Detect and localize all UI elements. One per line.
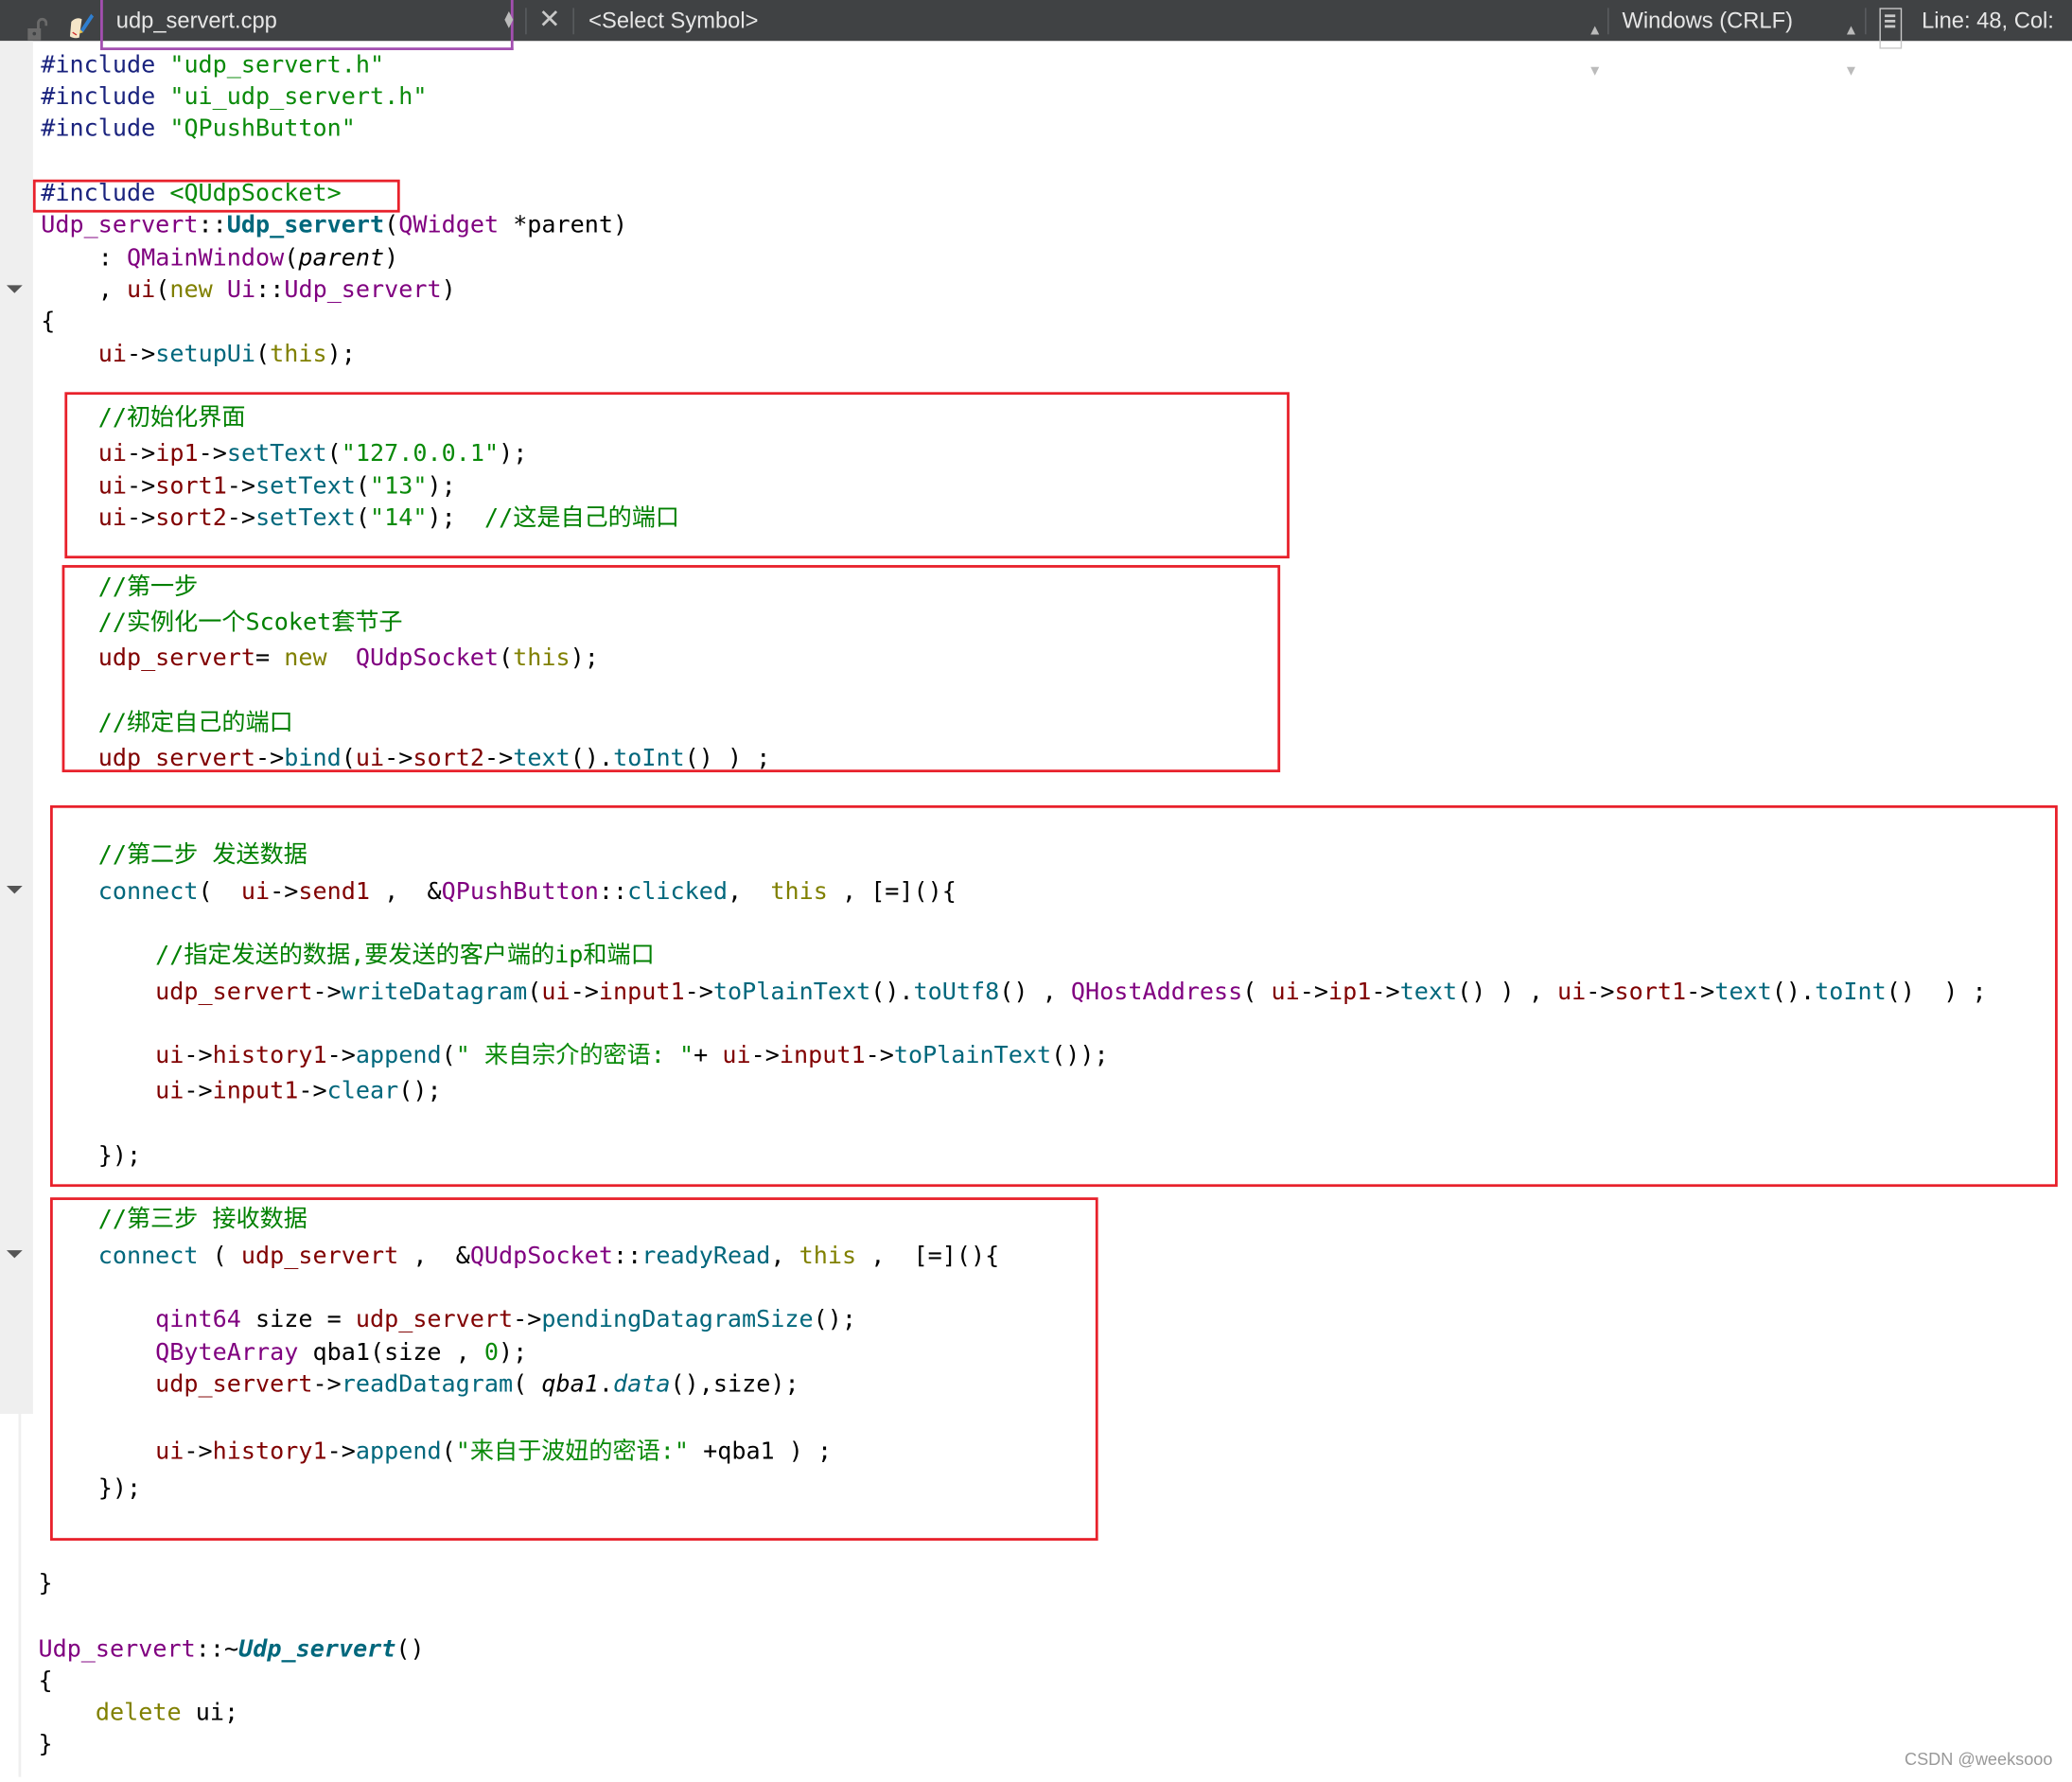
updown-arrows-icon: ▲ ▼ — [501, 8, 517, 32]
file-selector-combo[interactable]: udp_servert.cpp ▲ ▼ — [100, 0, 517, 51]
code-token: { — [41, 308, 56, 336]
code-line[interactable]: Udp_servert::~Udp_servert() — [38, 1634, 424, 1666]
code-token: new — [169, 275, 227, 304]
highlight-box-include — [32, 179, 400, 213]
code-token: Ui — [226, 275, 256, 304]
editor-gutter-lower — [0, 1414, 22, 1777]
code-token: delete — [38, 1699, 196, 1727]
code-token: Udp_servert — [41, 211, 199, 239]
document-outline-icon[interactable] — [1879, 8, 1903, 49]
symbol-selector-combo[interactable]: <Select Symbol> — [588, 0, 758, 41]
toolbar-divider — [525, 8, 527, 35]
code-token: ( — [255, 340, 271, 369]
highlight-box-step3 — [50, 1197, 1098, 1541]
code-token: ui — [126, 275, 156, 304]
toolbar-divider — [572, 8, 574, 35]
toolbar-divider — [1607, 8, 1609, 35]
code-token: setupUi — [155, 340, 256, 369]
code-token: Udp_servert — [38, 1635, 196, 1664]
code-token: QWidget — [398, 211, 500, 239]
code-token: } — [38, 1569, 53, 1597]
file-name: udp_servert.cpp — [115, 8, 277, 33]
toolbar-divider — [1865, 8, 1867, 35]
code-line[interactable]: : QMainWindow(parent) — [41, 243, 399, 274]
code-token: ::~ — [195, 1635, 239, 1664]
code-line[interactable]: Udp_servert::Udp_servert(QWidget *parent… — [41, 210, 627, 241]
code-token: parent — [298, 244, 385, 273]
code-token: Udp_servert — [226, 211, 385, 239]
code-token: this — [270, 340, 327, 369]
code-token: () — [395, 1635, 425, 1664]
watermark: CSDN @weeksooo — [1904, 1749, 2053, 1770]
screen: udp_servert.cpp ▲ ▼ ✕ <Select Symbol> ▲ ▼ … — [0, 0, 2072, 1782]
code-token: ); — [326, 340, 356, 369]
code-token: :: — [255, 275, 285, 304]
code-line[interactable]: , ui(new Ui::Udp_servert) — [41, 274, 456, 306]
code-token: ( — [384, 211, 399, 239]
code-token: ( — [155, 275, 170, 304]
line-ending-selector[interactable]: Windows (CRLF) — [1622, 0, 1793, 41]
code-line[interactable]: delete ui; — [38, 1698, 238, 1729]
fold-arrow-icon[interactable] — [6, 886, 23, 894]
fold-arrow-icon[interactable] — [6, 1250, 23, 1259]
code-token: } — [38, 1730, 53, 1759]
code-line[interactable]: { — [38, 1666, 52, 1697]
code-token: #include — [41, 82, 170, 112]
close-document-icon[interactable]: ✕ — [538, 0, 560, 41]
highlight-box-step2 — [50, 804, 2058, 1188]
highlight-box-init-ui — [64, 392, 1290, 559]
code-token: ui — [41, 340, 127, 369]
code-token: :: — [198, 211, 227, 239]
updown-arrows-icon: ▲ ▼ — [1843, 22, 1859, 79]
code-token: ) — [384, 244, 399, 273]
code-line[interactable]: #include "QPushButton" — [41, 114, 356, 145]
code-line[interactable]: { — [41, 307, 55, 338]
code-token: Udp_servert — [284, 275, 442, 304]
code-token: *parent) — [499, 211, 628, 239]
code-token: "udp_servert.h" — [169, 51, 385, 79]
updown-arrows-icon: ▲ ▼ — [1588, 22, 1603, 79]
editor-gutter — [0, 41, 33, 1415]
code-token: ui; — [195, 1699, 239, 1727]
code-token: "ui_udp_servert.h" — [169, 82, 428, 112]
code-token: QMainWindow — [126, 244, 285, 273]
code-line[interactable]: ui->setupUi(this); — [41, 340, 356, 371]
fold-arrow-icon[interactable] — [6, 285, 23, 293]
code-line[interactable]: #include "ui_udp_servert.h" — [41, 81, 427, 113]
editor-toolbar: udp_servert.cpp ▲ ▼ ✕ <Select Symbol> ▲ ▼ … — [0, 0, 2072, 79]
code-token: { — [38, 1667, 53, 1696]
code-line[interactable]: } — [38, 1568, 52, 1599]
code-token: "QPushButton" — [169, 115, 356, 143]
code-token: Udp_servert — [238, 1635, 396, 1664]
code-token: -> — [126, 340, 156, 369]
code-line[interactable]: } — [38, 1729, 52, 1760]
code-token: #include — [41, 51, 170, 79]
code-token: ) — [441, 275, 456, 304]
highlight-box-step1 — [61, 565, 1281, 773]
cursor-position[interactable]: Line: 48, Col: — [1922, 0, 2054, 41]
code-token: , — [41, 275, 127, 304]
code-line[interactable]: #include "udp_servert.h" — [41, 50, 384, 81]
code-token: #include — [41, 115, 170, 143]
code-token: ( — [284, 244, 299, 273]
document-edit-icon — [69, 13, 95, 39]
code-token: : — [41, 244, 127, 273]
